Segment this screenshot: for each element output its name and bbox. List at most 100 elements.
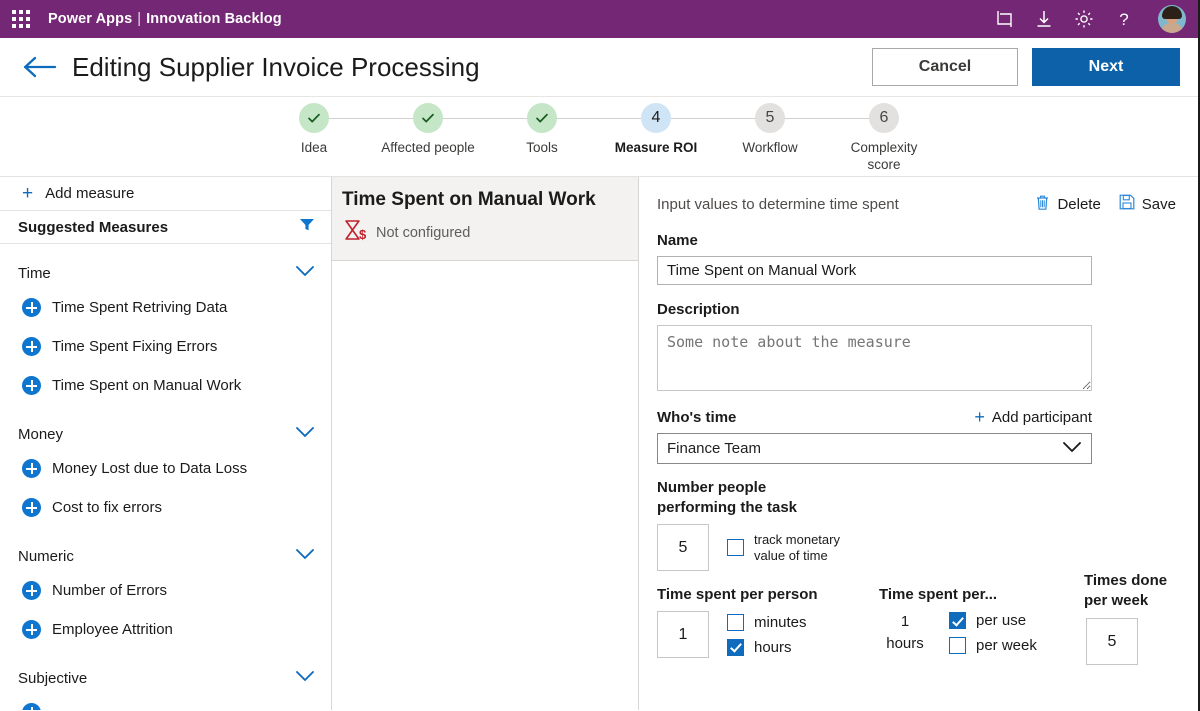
add-circle-icon[interactable] bbox=[22, 703, 41, 710]
chevron-down-icon[interactable] bbox=[295, 547, 315, 565]
step-marker: 4 bbox=[641, 103, 671, 133]
waffle-grid-icon[interactable] bbox=[8, 6, 34, 32]
avatar[interactable] bbox=[1158, 5, 1186, 33]
step-label: Measure ROI bbox=[615, 139, 698, 156]
list-item[interactable]: Cost to fix errors bbox=[0, 488, 331, 527]
list-item-clipped[interactable] bbox=[0, 693, 331, 710]
group-header-time[interactable]: Time bbox=[0, 258, 331, 288]
measure-card-title: Time Spent on Manual Work bbox=[342, 187, 624, 213]
minutes-checkbox[interactable] bbox=[727, 614, 744, 631]
step-tools[interactable]: Tools bbox=[485, 103, 599, 176]
times-done-input[interactable]: 5 bbox=[1086, 618, 1138, 665]
minutes-checkbox-row[interactable]: minutes bbox=[727, 614, 807, 631]
add-measure-button[interactable]: + Add measure bbox=[0, 177, 331, 211]
time-unit-options: minutes hours bbox=[727, 614, 807, 656]
download-icon[interactable] bbox=[1034, 9, 1054, 29]
hours-checkbox[interactable] bbox=[727, 639, 744, 656]
per-week-checkbox-row[interactable]: per week bbox=[949, 637, 1037, 654]
hours-label: hours bbox=[754, 639, 792, 656]
time-per-person-group: Time spent per person 1 minutes hours bbox=[657, 585, 879, 665]
measure-label: Employee Attrition bbox=[52, 621, 173, 638]
per-use-checkbox-row[interactable]: per use bbox=[949, 612, 1037, 629]
group-label: Time bbox=[18, 265, 51, 282]
back-arrow-icon[interactable] bbox=[22, 54, 60, 80]
stepper-steps: Idea Affected people Tools 4 Measure ROI… bbox=[257, 103, 941, 176]
step-complexity-score[interactable]: 6 Complexity score bbox=[827, 103, 941, 176]
add-participant-button[interactable]: + Add participant bbox=[974, 408, 1092, 426]
chevron-down-icon[interactable] bbox=[295, 264, 315, 282]
filter-icon[interactable] bbox=[299, 218, 315, 237]
measure-label: Time Spent Fixing Errors bbox=[52, 338, 217, 355]
group-header-numeric[interactable]: Numeric bbox=[0, 541, 331, 571]
add-circle-icon[interactable] bbox=[22, 298, 41, 317]
save-disk-icon bbox=[1119, 194, 1135, 214]
times-done-label-line1: Times done bbox=[1084, 572, 1167, 589]
step-marker: 6 bbox=[869, 103, 899, 133]
add-circle-icon[interactable] bbox=[22, 620, 41, 639]
add-circle-icon[interactable] bbox=[22, 459, 41, 478]
measure-card[interactable]: Time Spent on Manual Work $ Not configur… bbox=[332, 177, 638, 261]
time-per-person-input[interactable]: 1 bbox=[657, 611, 709, 658]
next-button[interactable]: Next bbox=[1032, 48, 1180, 86]
frequency-options: per use per week bbox=[949, 612, 1037, 654]
list-item[interactable]: Time Spent Fixing Errors bbox=[0, 327, 331, 366]
cancel-button[interactable]: Cancel bbox=[872, 48, 1018, 86]
step-marker bbox=[527, 103, 557, 133]
track-monetary-checkbox[interactable] bbox=[727, 539, 744, 556]
page-titlebar: Editing Supplier Invoice Processing Canc… bbox=[0, 38, 1198, 97]
step-label: Complexity score bbox=[836, 139, 932, 173]
list-item[interactable]: Time Spent Retriving Data bbox=[0, 288, 331, 327]
step-marker bbox=[299, 103, 329, 133]
chevron-down-icon[interactable] bbox=[295, 425, 315, 443]
app-name: Innovation Backlog bbox=[146, 11, 282, 27]
list-item[interactable]: Number of Errors bbox=[0, 571, 331, 610]
whos-time-label: Who's time bbox=[657, 409, 736, 426]
add-circle-icon[interactable] bbox=[22, 376, 41, 395]
step-measure-roi[interactable]: 4 Measure ROI bbox=[599, 103, 713, 176]
times-done-group: Times done per week 5 bbox=[1084, 585, 1167, 665]
group-header-subjective[interactable]: Subjective bbox=[0, 663, 331, 693]
measure-label: Money Lost due to Data Loss bbox=[52, 460, 247, 477]
crop-frame-icon[interactable] bbox=[994, 9, 1014, 29]
measure-label: Number of Errors bbox=[52, 582, 167, 599]
add-circle-icon[interactable] bbox=[22, 581, 41, 600]
step-workflow[interactable]: 5 Workflow bbox=[713, 103, 827, 176]
time-spent-per-controls: 1 hours per use per week bbox=[879, 611, 1084, 655]
list-item[interactable]: Employee Attrition bbox=[0, 610, 331, 649]
name-input[interactable]: Time Spent on Manual Work bbox=[657, 256, 1092, 285]
save-button[interactable]: Save bbox=[1119, 194, 1176, 214]
delete-label: Delete bbox=[1057, 196, 1100, 213]
help-icon[interactable]: ? bbox=[1114, 9, 1134, 29]
trash-icon bbox=[1035, 194, 1050, 215]
suggested-measures-header: Suggested Measures bbox=[0, 211, 331, 244]
svg-text:$: $ bbox=[359, 227, 366, 242]
list-item[interactable]: Money Lost due to Data Loss bbox=[0, 449, 331, 488]
chevron-down-icon[interactable] bbox=[295, 669, 315, 687]
svg-text:?: ? bbox=[1119, 10, 1128, 29]
time-spent-per-group: Time spent per... 1 hours per use per bbox=[879, 585, 1084, 665]
list-item[interactable]: Time Spent on Manual Work bbox=[0, 366, 331, 405]
whos-time-row: Who's time + Add participant bbox=[657, 408, 1092, 426]
per-week-checkbox[interactable] bbox=[949, 637, 966, 654]
time-inputs-row: Time spent per person 1 minutes hours bbox=[657, 585, 1198, 665]
step-affected-people[interactable]: Affected people bbox=[371, 103, 485, 176]
measure-detail-form: Input values to determine time spent Del… bbox=[639, 177, 1198, 710]
whos-time-value: Finance Team bbox=[667, 440, 761, 457]
delete-button[interactable]: Delete bbox=[1035, 194, 1100, 215]
step-idea[interactable]: Idea bbox=[257, 103, 371, 176]
description-input[interactable] bbox=[657, 325, 1092, 391]
num-people-input[interactable]: 5 bbox=[657, 524, 709, 571]
add-circle-icon[interactable] bbox=[22, 337, 41, 356]
gear-icon[interactable] bbox=[1074, 9, 1094, 29]
brand-area[interactable]: Power Apps|Innovation Backlog bbox=[48, 11, 282, 27]
whos-time-select[interactable]: Finance Team bbox=[657, 433, 1092, 464]
hours-checkbox-row[interactable]: hours bbox=[727, 639, 807, 656]
page-title: Editing Supplier Invoice Processing bbox=[72, 52, 480, 83]
times-done-label-line2: per week bbox=[1084, 592, 1148, 609]
group-header-money[interactable]: Money bbox=[0, 419, 331, 449]
group-label: Money bbox=[18, 426, 63, 443]
track-monetary-checkbox-row[interactable]: track monetary value of time bbox=[727, 532, 840, 564]
per-use-checkbox[interactable] bbox=[949, 612, 966, 629]
suggested-measures-title: Suggested Measures bbox=[18, 219, 168, 236]
add-circle-icon[interactable] bbox=[22, 498, 41, 517]
